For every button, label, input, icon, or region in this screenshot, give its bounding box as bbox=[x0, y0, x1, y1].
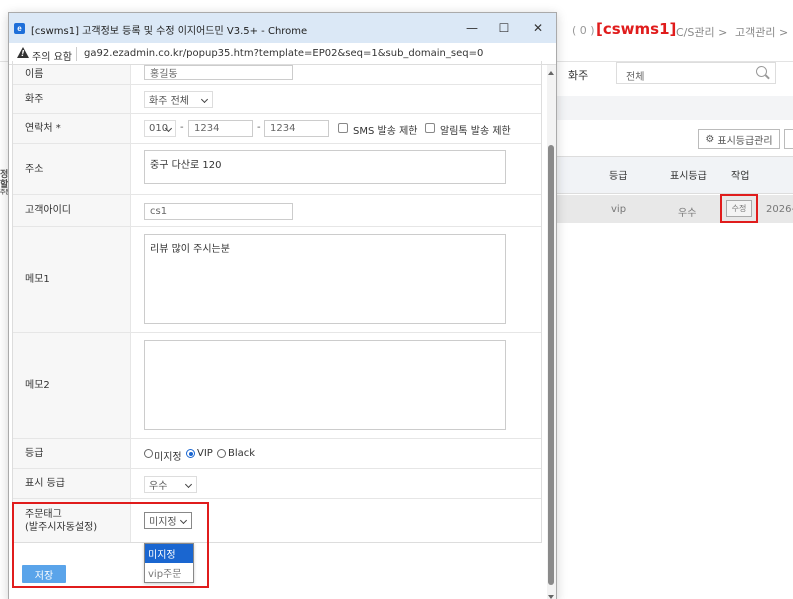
customer-id-label: 고객아이디 bbox=[13, 195, 131, 226]
sms-block-checkbox[interactable] bbox=[338, 123, 348, 133]
display-grade-value: 우수 bbox=[149, 481, 168, 492]
url-text[interactable]: ga92.ezadmin.co.kr/popup35.htm?template=… bbox=[84, 48, 483, 59]
address-divider bbox=[76, 47, 77, 61]
contact-row: 연락처 * 010 - 1234 - 1234 SMS 발송 제한 알림톡 발송… bbox=[13, 114, 541, 144]
contact-label: 연락처 * bbox=[13, 114, 131, 143]
grade-row: 등급 미지정 VIP Black bbox=[13, 439, 541, 469]
owner-select-value: 화주 전체 bbox=[149, 96, 189, 107]
scroll-thumb[interactable] bbox=[548, 145, 554, 585]
column-header-grade: 등급 bbox=[609, 171, 628, 182]
display-grade-manage-button[interactable]: ⚙ 표시등급관리 bbox=[698, 129, 780, 149]
minimize-icon[interactable]: — bbox=[457, 17, 487, 39]
notification-count[interactable]: ( 0 ) bbox=[572, 24, 595, 37]
toolbar-button-partial[interactable] bbox=[784, 129, 793, 149]
grade-option-vip[interactable]: VIP bbox=[197, 448, 213, 459]
phone-dash: - bbox=[180, 122, 184, 133]
grade-label: 등급 bbox=[13, 439, 131, 468]
edit-button-highlight bbox=[720, 194, 758, 223]
phone-dash: - bbox=[257, 122, 261, 133]
name-input[interactable]: 홍길동 bbox=[144, 65, 293, 80]
memo1-row: 메모1 리뷰 많이 주시는분 bbox=[13, 227, 541, 333]
display-grade-manage-label: 표시등급관리 bbox=[717, 135, 773, 147]
phone-last-input[interactable]: 1234 bbox=[264, 120, 329, 137]
row-grade: vip bbox=[611, 204, 627, 215]
grade-option-black[interactable]: Black bbox=[228, 448, 255, 459]
toolbar-band bbox=[555, 96, 793, 120]
grade-radio-unassigned[interactable] bbox=[144, 449, 153, 458]
owner-filter-input[interactable]: 전체 bbox=[616, 62, 776, 84]
memo1-label: 메모1 bbox=[13, 227, 131, 332]
owner-select[interactable]: 화주 전체 bbox=[144, 91, 213, 108]
column-header-display-grade: 표시등급 bbox=[670, 171, 707, 182]
address-label: 주소 bbox=[13, 144, 131, 194]
address-textarea[interactable]: 중구 다산로 120 bbox=[144, 150, 506, 184]
breadcrumb-customer[interactable]: 고객관리 > bbox=[735, 24, 788, 40]
phone-prefix-select[interactable]: 010 bbox=[144, 120, 176, 137]
chevron-down-icon bbox=[184, 480, 193, 489]
row-date: 2026-0 bbox=[766, 204, 793, 215]
alimtalk-block-checkbox[interactable] bbox=[425, 123, 435, 133]
display-grade-label: 표시 등급 bbox=[13, 469, 131, 498]
owner-label: 화주 bbox=[13, 85, 131, 113]
memo1-textarea[interactable]: 리뷰 많이 주시는분 bbox=[144, 234, 506, 324]
owner-row: 화주 화주 전체 bbox=[13, 85, 541, 114]
gear-icon: ⚙ bbox=[705, 133, 715, 145]
display-grade-select[interactable]: 우수 bbox=[144, 476, 197, 493]
customer-form: 이름 홍길동 화주 화주 전체 연락처 * 010 - 1234 - 1234 … bbox=[12, 61, 542, 543]
warning-icon[interactable] bbox=[17, 47, 29, 58]
name-label: 이름 bbox=[13, 65, 131, 84]
alimtalk-block-label[interactable]: 알림톡 발송 제한 bbox=[440, 122, 511, 137]
chevron-down-icon bbox=[200, 95, 209, 104]
grade-radio-vip[interactable] bbox=[186, 449, 195, 458]
column-header-action: 작업 bbox=[731, 171, 750, 182]
window-title: [cswms1] 고객정보 등록 및 수정 이지어드민 V3.5+ - Chro… bbox=[31, 26, 308, 37]
memo2-row: 메모2 bbox=[13, 333, 541, 439]
name-row: 이름 홍길동 bbox=[13, 65, 541, 85]
sms-block-label[interactable]: SMS 발송 제한 bbox=[353, 122, 417, 137]
customer-id-row: 고객아이디 cs1 bbox=[13, 195, 541, 227]
scroll-down-icon[interactable] bbox=[548, 595, 554, 599]
customer-edit-popup: e [cswms1] 고객정보 등록 및 수정 이지어드민 V3.5+ - Ch… bbox=[8, 12, 557, 599]
grade-option-unassigned[interactable]: 미지정 bbox=[154, 448, 182, 463]
row-display-grade: 우수 bbox=[678, 208, 697, 219]
scrollbar[interactable] bbox=[547, 65, 556, 599]
owner-filter-value: 전체 bbox=[626, 72, 645, 83]
grade-radio-black[interactable] bbox=[217, 449, 226, 458]
customer-id-input[interactable]: cs1 bbox=[144, 203, 293, 220]
window-titlebar[interactable]: e [cswms1] 고객정보 등록 및 수정 이지어드민 V3.5+ - Ch… bbox=[9, 13, 556, 43]
search-icon[interactable] bbox=[756, 66, 767, 77]
app-logo-icon: e bbox=[14, 23, 25, 34]
order-tag-highlight bbox=[12, 502, 209, 588]
phone-mid-input[interactable]: 1234 bbox=[188, 120, 253, 137]
scroll-up-icon[interactable] bbox=[548, 71, 554, 75]
owner-filter-label: 화주 bbox=[568, 69, 589, 82]
breadcrumb-cs[interactable]: C/S관리 > bbox=[676, 24, 727, 40]
brand-label: [cswms1] bbox=[596, 20, 677, 38]
maximize-icon[interactable]: ☐ bbox=[489, 17, 519, 39]
memo2-label: 메모2 bbox=[13, 333, 131, 438]
close-icon[interactable]: ✕ bbox=[523, 17, 553, 39]
address-row: 주소 중구 다산로 120 bbox=[13, 144, 541, 195]
memo2-textarea[interactable] bbox=[144, 340, 506, 430]
display-grade-row: 표시 등급 우수 bbox=[13, 469, 541, 499]
